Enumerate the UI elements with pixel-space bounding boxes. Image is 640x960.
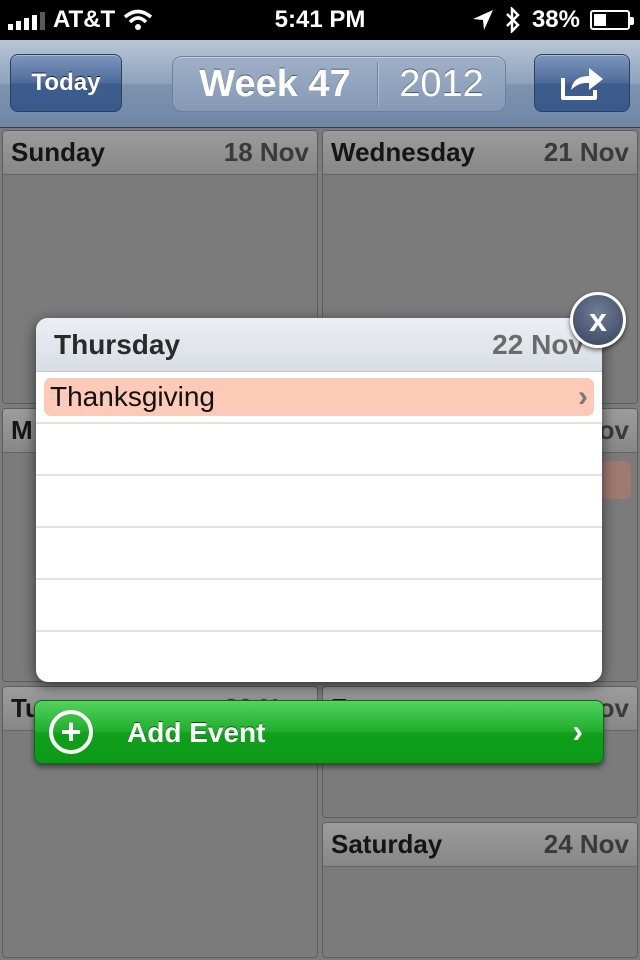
modal-date: 22 Nov: [492, 328, 584, 360]
day-date: ov: [598, 415, 629, 445]
modal-header: Thursday 22 Nov: [36, 318, 602, 372]
share-icon: [561, 68, 603, 100]
day-detail-modal: Thursday 22 Nov Thanksgiving ›: [36, 318, 602, 682]
day-date: 18 Nov: [223, 137, 309, 167]
day-date: 24 Nov: [543, 829, 629, 859]
add-event-button[interactable]: + Add Event ›: [34, 700, 604, 764]
year-label: 2012: [399, 62, 484, 105]
event-row: Thanksgiving ›: [36, 372, 602, 424]
share-button[interactable]: [534, 54, 630, 112]
chevron-right-icon: ›: [572, 713, 583, 749]
status-right: 38%: [472, 6, 634, 34]
empty-row[interactable]: [36, 580, 602, 632]
day-header: Sunday 18 Nov: [3, 131, 317, 175]
event-item[interactable]: Thanksgiving ›: [44, 378, 594, 416]
empty-row[interactable]: [36, 476, 602, 528]
close-button[interactable]: x: [570, 292, 626, 348]
status-bar: AT&T 5:41 PM 38%: [0, 0, 640, 40]
battery-icon: [590, 10, 634, 30]
modal-day-name: Thursday: [54, 328, 181, 360]
day-name: Wednesday: [331, 137, 476, 167]
battery-level: [594, 14, 606, 26]
day-header: Saturday 24 Nov: [323, 823, 637, 867]
empty-row[interactable]: [36, 424, 602, 476]
bluetooth-icon: [506, 7, 520, 33]
add-event-label: Add Event: [127, 717, 266, 748]
chevron-right-icon: ›: [578, 380, 588, 413]
today-button[interactable]: Today: [10, 54, 122, 112]
empty-row[interactable]: [36, 632, 602, 682]
day-date: 21 Nov: [543, 137, 629, 167]
week-label: Week 47: [199, 62, 351, 105]
plus-icon: +: [49, 710, 93, 754]
day-name: Sunday: [11, 137, 105, 167]
day-panel-saturday[interactable]: Saturday 24 Nov: [322, 822, 638, 958]
location-icon: [472, 10, 493, 30]
event-title: Thanksgiving: [50, 381, 215, 412]
day-header: Wednesday 21 Nov: [323, 131, 637, 175]
battery-percent: 38%: [531, 6, 580, 33]
close-icon: x: [589, 301, 607, 338]
empty-row[interactable]: [36, 528, 602, 580]
day-name: Saturday: [331, 829, 443, 859]
week-selector[interactable]: Week 47 2012: [172, 56, 506, 112]
day-name: M: [11, 415, 33, 445]
nav-bar: Today Week 47 2012: [0, 40, 640, 128]
